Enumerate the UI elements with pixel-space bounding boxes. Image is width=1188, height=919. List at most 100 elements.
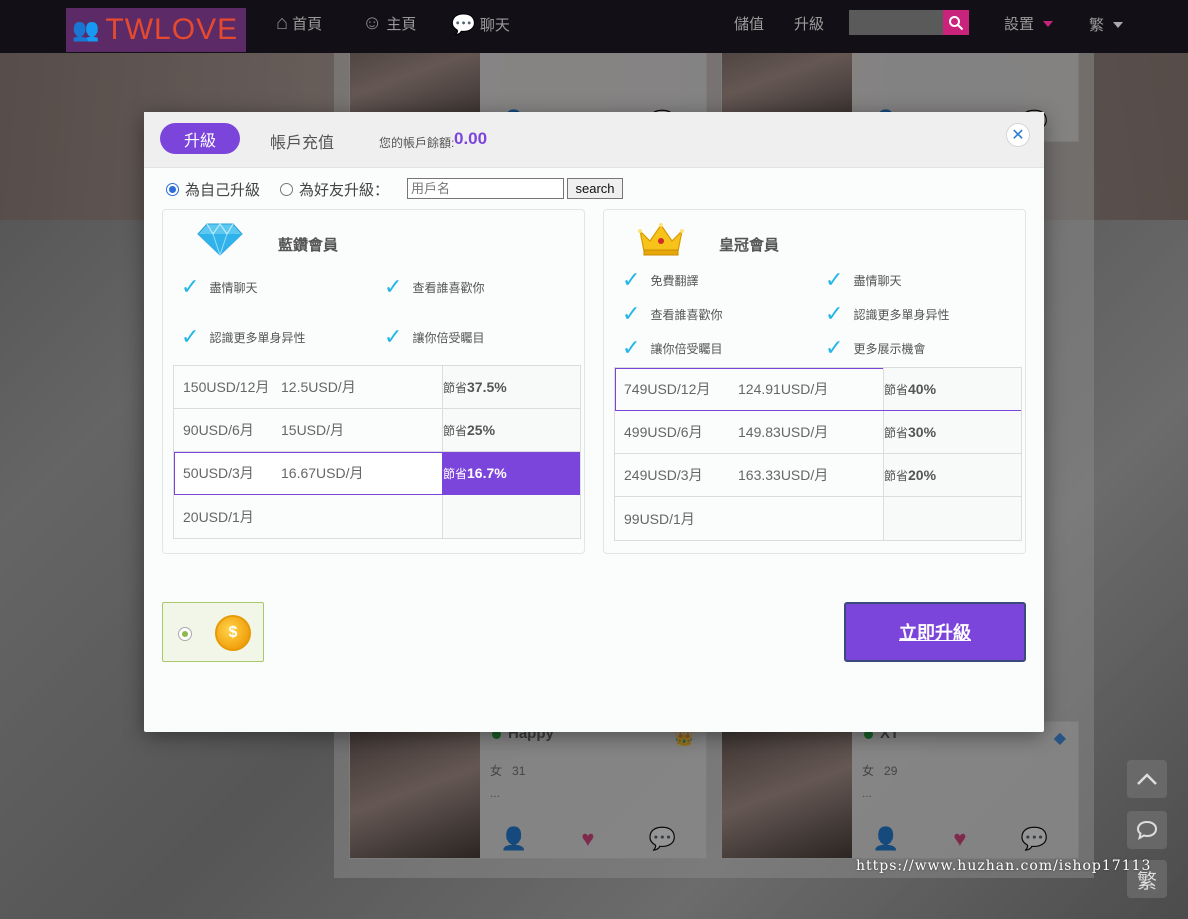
price-option[interactable]: 99USD/1月 <box>615 497 1021 540</box>
nav-search-input[interactable] <box>849 10 943 35</box>
price-option[interactable]: 249USD/3月 163.33USD/月 節省 20% <box>615 454 1021 497</box>
price-saving: 節省 30% <box>883 411 1021 453</box>
price-monthly: 163.33USD/月 <box>738 467 829 483</box>
nav-language[interactable]: 繁 <box>1089 14 1124 35</box>
nav-deposit[interactable]: 儲值 <box>734 13 764 34</box>
price-saving <box>883 497 1021 540</box>
saving-label: 節省 <box>443 423 468 438</box>
price-option[interactable]: 20USD/1月 <box>174 495 580 538</box>
nav-upgrade-label: 升級 <box>794 16 825 33</box>
price-option-selected[interactable]: 50USD/3月 16.67USD/月 節省 16.7% <box>174 452 580 495</box>
price-total: 50USD/3月 <box>183 465 254 481</box>
nav-chat[interactable]: 💬 聊天 <box>451 12 510 37</box>
saving-label: 節省 <box>884 382 909 397</box>
price-total: 99USD/1月 <box>624 510 695 527</box>
friend-search-button[interactable]: search <box>567 178 623 199</box>
feature-label: 認識更多單身异性 <box>853 307 950 322</box>
check-icon: ✓ <box>825 267 844 292</box>
self-upgrade-label[interactable]: 為自己升級 <box>185 179 260 200</box>
nav-search-button[interactable] <box>943 10 969 35</box>
price-option[interactable]: 150USD/12月 12.5USD/月 節省 37.5% <box>174 366 580 409</box>
chat-bubble-icon <box>1136 820 1158 840</box>
price-monthly: 15USD/月 <box>281 422 345 438</box>
price-total: 20USD/1月 <box>183 508 254 525</box>
feature-item: ✓ 盡情聊天 <box>825 269 901 291</box>
upgrade-target-row: 為自己升級 為好友升級： <box>166 178 389 200</box>
caret-down-icon <box>1043 20 1054 27</box>
check-icon: ✓ <box>622 301 641 326</box>
saving-label: 節省 <box>443 380 468 395</box>
tab-recharge[interactable]: 帳戶充值 <box>270 129 334 153</box>
balance-value: 0.00 <box>454 129 488 148</box>
nav-deposit-label: 儲值 <box>734 16 765 33</box>
nav-language-label: 繁 <box>1089 17 1105 34</box>
nav-home-label: 首頁 <box>292 16 323 33</box>
nav-settings-label: 設置 <box>1004 16 1035 33</box>
nav-upgrade[interactable]: 升級 <box>794 13 824 34</box>
feature-label: 免費翻譯 <box>650 273 699 288</box>
feature-label: 查看誰喜歡你 <box>650 307 723 322</box>
nav-home[interactable]: ⌂ 首頁 <box>276 12 322 35</box>
feature-label: 更多展示機會 <box>853 341 926 356</box>
feature-label: 認識更多單身异性 <box>209 330 306 345</box>
price-monthly: 149.83USD/月 <box>738 424 829 440</box>
price-option[interactable]: 749USD/12月 124.91USD/月 節省 40% <box>615 368 1021 411</box>
chat-icon: 💬 <box>451 14 476 36</box>
payment-method-coins[interactable]: $ <box>162 602 264 662</box>
home-icon: ⌂ <box>276 12 289 34</box>
saving-value: 16.7% <box>467 465 507 481</box>
friend-upgrade-radio[interactable] <box>280 182 294 196</box>
plan-crown: 皇冠會員 ✓ 免費翻譯 ✓ 盡情聊天 ✓ 查看誰喜歡你 ✓ 認識更多單身异性 ✓ 讓你倍受… <box>603 209 1026 554</box>
chevron-up-icon <box>1137 773 1157 785</box>
saving-value: 40% <box>908 381 937 397</box>
nav-profile[interactable]: ☺ 主頁 <box>362 12 416 35</box>
price-option[interactable]: 90USD/6月 15USD/月 節省 25% <box>174 409 580 452</box>
price-saving: 節省 16.7% <box>442 452 580 494</box>
saving-value: 30% <box>908 424 937 440</box>
feature-item: ✓ 免費翻譯 <box>622 269 698 291</box>
feature-label: 讓你倍受矚目 <box>650 341 723 356</box>
price-total: 90USD/6月 <box>183 422 254 438</box>
check-icon: ✓ <box>825 301 844 326</box>
saving-value: 25% <box>467 422 496 438</box>
site-logo[interactable]: 👥 TWLOVE <box>66 8 246 52</box>
feature-item: ✓ 讓你倍受矚目 <box>622 337 722 359</box>
price-monthly: 16.67USD/月 <box>281 465 364 481</box>
price-table-blue: 150USD/12月 12.5USD/月 節省 37.5% 90USD/6月 15… <box>173 365 581 539</box>
price-total: 749USD/12月 <box>624 381 711 397</box>
upgrade-modal: 升級 帳戶充值 您的帳戶餘額: 0.00 ✕ 為自己升級 為好友升級： sear… <box>144 112 1044 732</box>
plan-crown-title: 皇冠會員 <box>719 237 780 254</box>
friend-username-input[interactable] <box>407 178 564 199</box>
close-icon: ✕ <box>1011 127 1025 144</box>
price-monthly: 12.5USD/月 <box>281 379 356 395</box>
float-chat-button[interactable] <box>1127 811 1167 849</box>
upgrade-now-button[interactable]: 立即升級 <box>844 602 1026 662</box>
feature-item: ✓ 認識更多單身异性 <box>825 303 949 325</box>
diamond-icon <box>197 222 243 256</box>
saving-label: 節省 <box>884 468 909 483</box>
check-icon: ✓ <box>825 335 844 360</box>
feature-item: ✓ 查看誰喜歡你 <box>622 303 722 325</box>
feature-item: ✓ 更多展示機會 <box>825 337 925 359</box>
coin-icon: $ <box>215 615 251 651</box>
price-option[interactable]: 499USD/6月 149.83USD/月 節省 30% <box>615 411 1021 454</box>
feature-item: ✓ 認識更多單身异性 <box>181 326 305 348</box>
feature-item: ✓ 讓你倍受矚目 <box>384 326 484 348</box>
scroll-top-button[interactable] <box>1127 760 1167 798</box>
check-icon: ✓ <box>622 335 641 360</box>
payment-radio[interactable] <box>178 627 192 641</box>
self-upgrade-radio[interactable] <box>166 182 179 196</box>
saving-value: 37.5% <box>467 379 507 395</box>
close-button[interactable]: ✕ <box>1006 123 1030 147</box>
search-icon <box>949 15 964 30</box>
tab-upgrade[interactable]: 升級 <box>160 123 240 154</box>
saving-label: 節省 <box>884 425 909 440</box>
saving-label: 節省 <box>443 466 468 481</box>
price-saving <box>442 495 580 538</box>
saving-value: 20% <box>908 467 937 483</box>
nav-settings[interactable]: 設置 <box>1004 13 1054 34</box>
balance-label: 您的帳戶餘額: <box>379 136 455 150</box>
friend-upgrade-label[interactable]: 為好友升級： <box>299 179 389 200</box>
feature-label: 讓你倍受矚目 <box>412 330 485 345</box>
price-total: 499USD/6月 <box>624 424 703 440</box>
